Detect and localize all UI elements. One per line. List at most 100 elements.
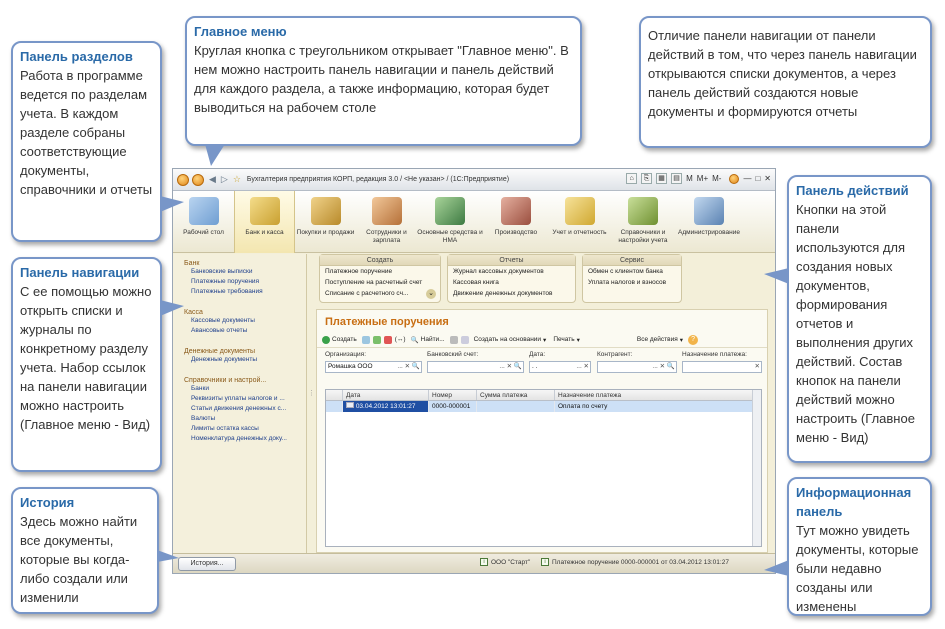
section-bank-cash[interactable]: Банк и касса bbox=[234, 191, 295, 253]
nav-link[interactable]: Платежные требования bbox=[191, 287, 306, 297]
report-icon[interactable] bbox=[460, 335, 469, 344]
date-field[interactable]: . . ... ✕ bbox=[529, 361, 591, 373]
callout-title: Панель навигации bbox=[20, 265, 140, 280]
field-buttons-icon[interactable]: ... ✕ 🔍 bbox=[652, 362, 675, 372]
action-item[interactable]: Списание с расчетного сч... bbox=[320, 288, 422, 299]
back-arrow-icon[interactable]: ◀ bbox=[209, 174, 216, 185]
print-button[interactable]: Печать ▾ bbox=[551, 336, 582, 344]
main-menu-button[interactable] bbox=[192, 173, 204, 186]
search-icon: 🔍 bbox=[410, 336, 419, 344]
scrollbar[interactable] bbox=[752, 390, 761, 546]
section-purchases-sales[interactable]: Покупки и продажи bbox=[295, 191, 356, 253]
action-item[interactable]: Движение денежных документов bbox=[448, 288, 575, 299]
section-accounting-reports[interactable]: Учет и отчетность bbox=[549, 191, 610, 253]
info-recent-document[interactable]: i Платежное поручение 0000-000001 от 03.… bbox=[541, 558, 729, 566]
purpose-label: Назначение платежа: bbox=[682, 351, 747, 358]
org-field[interactable]: Ромашка ООО ... ✕ 🔍 bbox=[325, 361, 422, 373]
close-button[interactable]: ✕ bbox=[764, 174, 771, 183]
cell-date-text: 03.04.2012 13:01:27 bbox=[355, 403, 416, 410]
panel-splitter[interactable]: ⋮ bbox=[308, 389, 315, 397]
contractor-field[interactable]: ... ✕ 🔍 bbox=[597, 361, 677, 373]
action-item[interactable]: Платежное поручение bbox=[320, 266, 440, 277]
table-row[interactable]: 03.04.2012 13:01:27 0000-000001 Оплата п… bbox=[326, 401, 761, 412]
action-item[interactable]: Обмен с клиентом банка bbox=[583, 266, 681, 277]
column-sum[interactable]: Сумма платежа bbox=[477, 390, 555, 400]
callout-body: Здесь можно найти все документы, которые… bbox=[20, 514, 138, 605]
callout-difference: Отличие панели навигации от панели дейст… bbox=[639, 16, 932, 148]
section-label: Рабочий стол bbox=[183, 229, 224, 236]
column-date[interactable]: Дата bbox=[343, 390, 429, 400]
nav-link[interactable]: Кассовые документы bbox=[191, 316, 306, 326]
expand-chevron-icon[interactable]: ⌄ bbox=[426, 289, 436, 299]
memory-button[interactable]: M bbox=[686, 174, 693, 183]
calendar-icon[interactable]: ▦ bbox=[656, 173, 668, 184]
memory-minus-button[interactable]: M- bbox=[712, 174, 721, 183]
clear-icon[interactable]: ✕ bbox=[755, 362, 760, 372]
calculator-icon[interactable]: ▤ bbox=[671, 173, 683, 184]
delete-icon[interactable] bbox=[383, 335, 392, 344]
nav-group-cash: Касса bbox=[184, 309, 203, 316]
forward-arrow-icon[interactable]: ▷ bbox=[221, 174, 228, 185]
form-toolbar: Создать (↔) 🔍 Найти... Создать на основа… bbox=[317, 332, 767, 348]
history-icon[interactable]: ⎘ bbox=[641, 173, 653, 184]
maximize-button[interactable]: □ bbox=[755, 174, 760, 183]
section-employees[interactable]: Сотрудники и зарплата bbox=[356, 191, 417, 253]
nav-link[interactable]: Валюты bbox=[191, 414, 306, 424]
edit-icon[interactable] bbox=[372, 335, 381, 344]
actions-create-group: Создать Платежное поручение Поступление … bbox=[319, 254, 441, 303]
tools-icon bbox=[501, 197, 531, 225]
callout-tail bbox=[764, 560, 789, 576]
callout-main-menu: Главное меню Круглая кнопка с треугольни… bbox=[185, 16, 582, 146]
section-fixed-assets[interactable]: Основные средства и НМА bbox=[417, 191, 483, 253]
copy-icon[interactable] bbox=[361, 335, 370, 344]
section-production[interactable]: Производство bbox=[483, 191, 549, 253]
nav-link[interactable]: Статьи движения денежных с... bbox=[191, 404, 306, 414]
actions-reports-group: Отчеты Журнал кассовых документов Кассов… bbox=[447, 254, 576, 303]
create-button[interactable]: Создать bbox=[320, 335, 359, 344]
info-icon[interactable] bbox=[729, 173, 740, 184]
nav-link[interactable]: Платежные поручения bbox=[191, 277, 306, 287]
nav-link[interactable]: Авансовые отчеты bbox=[191, 326, 306, 336]
minimize-button[interactable]: — bbox=[743, 174, 751, 183]
memory-plus-button[interactable]: M+ bbox=[697, 174, 708, 183]
action-item[interactable]: Кассовая книга bbox=[448, 277, 575, 288]
favorites-star-icon[interactable]: ☆ bbox=[233, 174, 241, 185]
contractor-label: Контрагент: bbox=[597, 351, 633, 358]
purpose-field[interactable]: ✕ bbox=[682, 361, 762, 373]
callout-body: Круглая кнопка с треугольником открывает… bbox=[194, 43, 569, 115]
nav-link[interactable]: Банковские выписки bbox=[191, 267, 306, 277]
app-logo-icon bbox=[177, 173, 189, 186]
column-purpose[interactable]: Назначение платежа bbox=[555, 390, 753, 400]
filter-bar: Организация: Ромашка ООО ... ✕ 🔍 Банковс… bbox=[317, 348, 767, 378]
nav-link[interactable]: Банки bbox=[191, 384, 306, 394]
field-buttons-icon[interactable]: ... ✕ 🔍 bbox=[397, 362, 420, 372]
filter-icon[interactable] bbox=[449, 335, 458, 344]
field-buttons-icon[interactable]: ... ✕ 🔍 bbox=[499, 362, 522, 372]
nav-link[interactable]: Реквизиты уплаты налогов и ... bbox=[191, 394, 306, 404]
bank-account-field[interactable]: ... ✕ 🔍 bbox=[427, 361, 524, 373]
create-based-button[interactable]: Создать на основании ▾ bbox=[472, 336, 549, 344]
action-item[interactable]: Поступление на расчетный счет bbox=[320, 277, 440, 288]
help-icon[interactable]: ? bbox=[688, 334, 699, 345]
section-directories-settings[interactable]: Справочники и настройки учета bbox=[610, 191, 676, 253]
column-number[interactable]: Номер bbox=[429, 390, 477, 400]
nav-link[interactable]: Номенклатура денежных доку... bbox=[191, 434, 306, 444]
callout-title: Панель разделов bbox=[20, 49, 133, 64]
callout-body: Тут можно увидеть документы, которые был… bbox=[796, 523, 919, 614]
callout-title: Главное меню bbox=[194, 24, 287, 39]
nav-link[interactable]: Денежные документы bbox=[191, 355, 306, 365]
all-actions-button[interactable]: Все действия ▾ bbox=[635, 336, 685, 344]
find-button[interactable]: 🔍 Найти... bbox=[409, 336, 447, 344]
info-org[interactable]: i ООО "Старт" bbox=[480, 558, 530, 566]
action-item[interactable]: Уплата налогов и взносов bbox=[583, 277, 681, 288]
coins-icon bbox=[249, 197, 280, 225]
action-item[interactable]: Журнал кассовых документов bbox=[448, 266, 575, 277]
section-label: Сотрудники и зарплата bbox=[366, 229, 407, 244]
history-button[interactable]: История... bbox=[178, 557, 236, 571]
home-icon[interactable]: ⌂ bbox=[626, 173, 638, 184]
nav-link[interactable]: Лимиты остатка кассы bbox=[191, 424, 306, 434]
refresh-icon[interactable]: (↔) bbox=[395, 336, 406, 343]
field-buttons-icon[interactable]: ... ✕ bbox=[576, 362, 589, 372]
nav-group-money-docs: Денежные документы bbox=[184, 348, 256, 355]
section-administration[interactable]: Администрирование bbox=[676, 191, 742, 253]
